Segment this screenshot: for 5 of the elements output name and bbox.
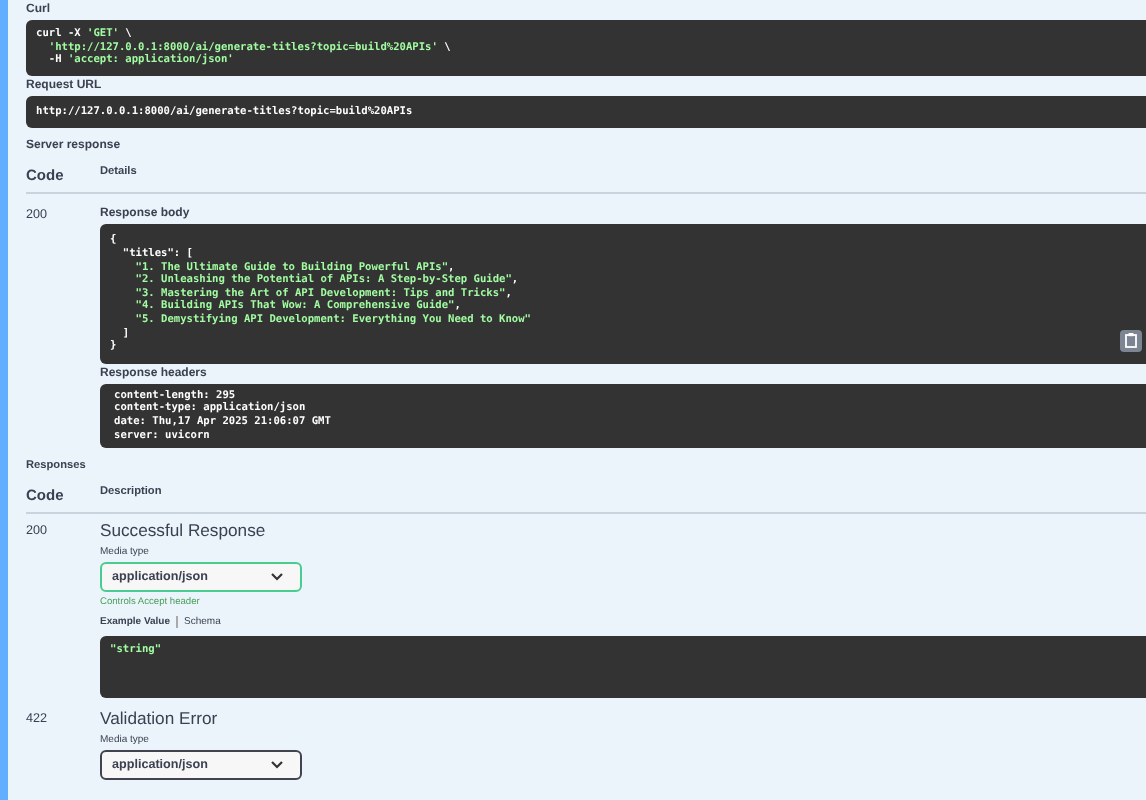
response-description: Validation Error <box>100 708 220 729</box>
copy-icon[interactable] <box>1120 329 1142 352</box>
chevron-down-icon <box>270 760 284 771</box>
chevron-down-icon <box>270 572 284 583</box>
response-description: Successful Response <box>100 520 268 541</box>
